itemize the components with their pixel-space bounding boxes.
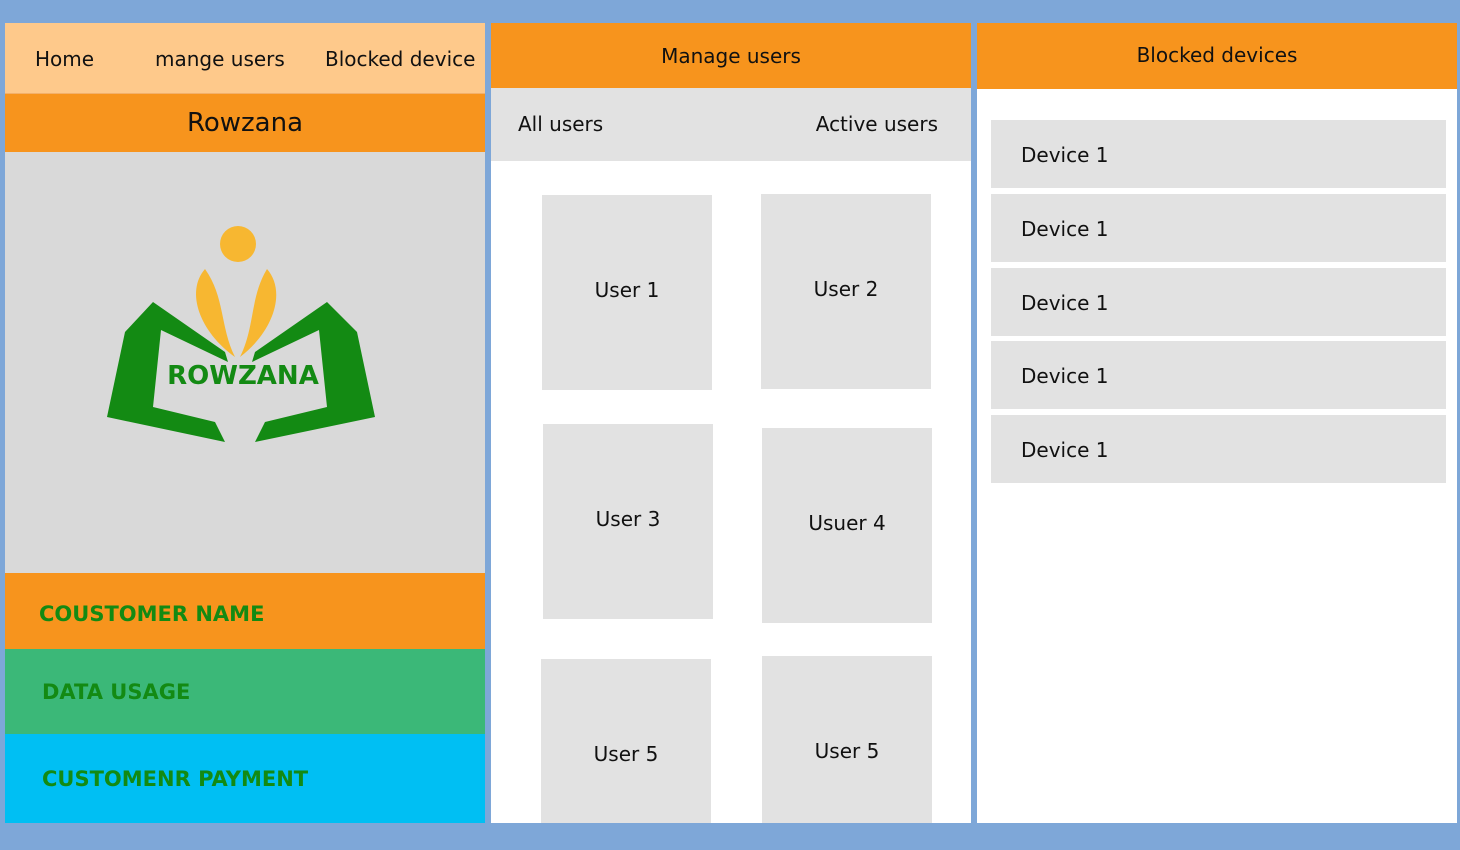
device-item[interactable]: Device 1 [991, 194, 1446, 262]
blocked-devices-header: Blocked devices [977, 23, 1457, 89]
tab-active-users[interactable]: Active users [816, 112, 938, 136]
device-label: Device 1 [1021, 143, 1109, 167]
device-label: Device 1 [1021, 291, 1109, 315]
nav-blocked-device[interactable]: Blocked device [325, 47, 475, 71]
manage-users-title: Manage users [661, 44, 801, 68]
user-card-label: User 5 [814, 739, 880, 763]
logo-area: ROWZANA [5, 152, 485, 573]
customer-payment-label: CUSTOMENR PAYMENT [42, 767, 309, 791]
brand-title: Rowzana [186, 108, 304, 138]
user-card[interactable]: Usuer 4 [762, 428, 932, 623]
manage-users-panel: Manage users All users Active users User… [491, 23, 971, 823]
user-card-label: User 5 [593, 742, 659, 766]
manage-users-header: Manage users [491, 23, 971, 88]
logo-text: ROWZANA [167, 361, 319, 391]
user-card[interactable]: User 5 [762, 656, 932, 823]
customer-payment-row[interactable]: CUSTOMENR PAYMENT [5, 734, 485, 823]
user-card[interactable]: User 3 [543, 424, 713, 619]
device-item[interactable]: Device 1 [991, 120, 1446, 188]
user-card[interactable]: User 5 [541, 659, 711, 823]
device-label: Device 1 [1021, 364, 1109, 388]
top-nav: Home mange users Blocked device [5, 23, 485, 93]
device-item[interactable]: Device 1 [991, 415, 1446, 483]
data-usage-label: DATA USAGE [42, 680, 191, 704]
user-tabs: All users Active users [491, 88, 971, 161]
user-card[interactable]: User 1 [542, 195, 712, 390]
blocked-devices-title: Blocked devices [1136, 43, 1298, 67]
device-label: Device 1 [1021, 217, 1109, 241]
data-usage-row[interactable]: DATA USAGE [5, 649, 485, 734]
user-card-label: User 2 [813, 277, 879, 301]
customer-name-row[interactable]: COUSTOMER NAME [5, 573, 485, 649]
user-card-label: Usuer 4 [808, 511, 886, 535]
blocked-devices-panel: Blocked devices Device 1 Device 1 Device… [977, 23, 1457, 823]
nav-home[interactable]: Home [35, 47, 94, 71]
brand-bar: Rowzana [5, 93, 485, 152]
nav-manage-users[interactable]: mange users [155, 47, 285, 71]
device-item[interactable]: Device 1 [991, 268, 1446, 336]
user-card[interactable]: User 2 [761, 194, 931, 389]
home-panel: Home mange users Blocked device Rowzana … [5, 23, 485, 823]
tab-all-users[interactable]: All users [518, 112, 603, 136]
user-card-label: User 1 [594, 278, 660, 302]
rowzana-logo: ROWZANA [107, 226, 375, 442]
device-item[interactable]: Device 1 [991, 341, 1446, 409]
user-card-label: User 3 [595, 507, 661, 531]
customer-name-label: COUSTOMER NAME [39, 602, 265, 626]
device-label: Device 1 [1021, 438, 1109, 462]
